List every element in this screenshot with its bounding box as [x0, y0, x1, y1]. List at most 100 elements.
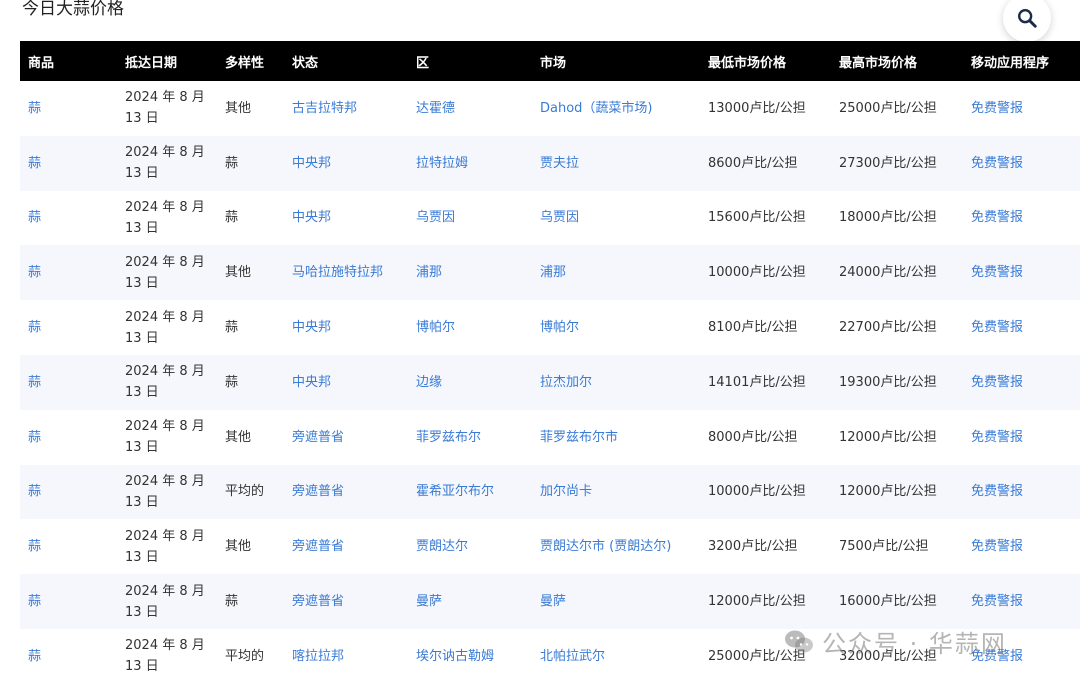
row-state-link[interactable]: 旁遮普省 — [284, 519, 408, 574]
row-district-link[interactable]: 拉特拉姆 — [408, 136, 532, 191]
row-district-link[interactable]: 浦那 — [408, 245, 532, 300]
row-market-link[interactable]: 曼萨 — [532, 574, 700, 629]
row-state-link[interactable]: 马哈拉施特拉邦 — [284, 245, 408, 300]
search-icon — [1018, 9, 1037, 28]
row-max-price: 27300卢比/公担 — [839, 155, 937, 171]
row-district-link[interactable]: 埃尔讷古勒姆 — [408, 629, 532, 684]
date-line-2: 13 日 — [125, 549, 159, 565]
date-line-1: 2024 年 8 月 — [125, 473, 205, 489]
row-max-price: 12000卢比/公担 — [839, 429, 937, 445]
row-arrival-date: 2024 年 8 月 13 日 — [117, 410, 217, 465]
row-free-alert-link[interactable]: 免费警报 — [963, 191, 1080, 246]
row-state-link[interactable]: 中央邦 — [284, 355, 408, 410]
row-market-link[interactable]: 乌贾因 — [532, 191, 700, 246]
row-market-link[interactable]: 博帕尔 — [532, 300, 700, 355]
row-district-link[interactable]: 曼萨 — [408, 574, 532, 629]
date-line-1: 2024 年 8 月 — [125, 254, 205, 270]
row-state-link[interactable]: 旁遮普省 — [284, 410, 408, 465]
row-min-price: 12000卢比/公担 — [708, 594, 806, 610]
row-state-link[interactable]: 中央邦 — [284, 300, 408, 355]
row-state-link[interactable]: 古吉拉特邦 — [284, 81, 408, 136]
row-state-link[interactable]: 中央邦 — [284, 136, 408, 191]
row-market-link[interactable]: 浦那 — [532, 245, 700, 300]
price-table-container: 商品 抵达日期 多样性 状态 区 市场 最低市场价格 最高市场价格 移动应用程序… — [20, 41, 1080, 687]
row-commodity-link[interactable]: 蒜 — [20, 191, 117, 246]
row-commodity-link[interactable]: 蒜 — [20, 519, 117, 574]
date-line-1: 2024 年 8 月 — [125, 364, 205, 380]
date-line-2: 13 日 — [125, 385, 159, 401]
table-row: 蒜 2024 年 8 月 13 日蒜中央邦 乌贾因 乌贾因 15600卢比/公担 18000… — [20, 191, 1080, 246]
row-free-alert-link[interactable]: 免费警报 — [963, 410, 1080, 465]
header-arrival-date: 抵达日期 — [125, 55, 178, 71]
date-line-2: 13 日 — [125, 275, 159, 291]
row-free-alert-link[interactable]: 免费警报 — [963, 81, 1080, 136]
table-row: 蒜 2024 年 8 月 13 日 其他 旁遮普省 贾朗达尔 贾朗达尔市 (贾朗达尔) 320… — [20, 519, 1080, 574]
row-variety: 其他 — [225, 539, 252, 555]
row-market-link[interactable]: 贾夫拉 — [532, 136, 700, 191]
header-min-price: 最低市场价格 — [708, 55, 787, 71]
row-free-alert-link[interactable]: 免费警报 — [963, 136, 1080, 191]
row-commodity-link[interactable]: 蒜 — [20, 629, 117, 684]
table-row: 蒜 2024 年 8 月 13 日蒜中央邦 拉特拉姆 贾夫拉 8600卢比/公担 27300… — [20, 135, 1080, 191]
row-arrival-date: 2024 年 8 月 13 日 — [117, 136, 217, 191]
row-variety: 蒜 — [225, 594, 239, 610]
row-variety: 平均的 — [225, 484, 265, 500]
row-district-link[interactable]: 达霍德 — [408, 81, 532, 136]
date-line-2: 13 日 — [125, 220, 159, 236]
row-commodity-link[interactable]: 蒜 — [20, 81, 117, 136]
row-max-price: 24000卢比/公担 — [839, 265, 937, 281]
row-free-alert-link[interactable]: 免费警报 — [963, 519, 1080, 574]
search-button[interactable] — [1003, 0, 1051, 42]
row-market-link[interactable]: 北帕拉武尔 — [532, 629, 700, 684]
row-free-alert-link[interactable]: 免费警报 — [963, 300, 1080, 355]
row-district-link[interactable]: 乌贾因 — [408, 191, 532, 246]
date-line-1: 2024 年 8 月 — [125, 583, 205, 599]
row-market-link[interactable]: 拉杰加尔 — [532, 355, 700, 410]
row-commodity-link[interactable]: 蒜 — [20, 136, 117, 191]
table-row: 蒜 2024 年 8 月 13 日 其他 古吉拉特邦 达霍德 Dahod（蔬菜市场) 1300… — [20, 81, 1080, 136]
row-commodity-link[interactable]: 蒜 — [20, 410, 117, 465]
header-max-price: 最高市场价格 — [839, 55, 918, 71]
row-district-link[interactable]: 边缘 — [408, 355, 532, 410]
row-market-link[interactable]: 菲罗兹布尔市 — [532, 410, 700, 465]
row-arrival-date: 2024 年 8 月 13 日 — [117, 519, 217, 574]
row-commodity-link[interactable]: 蒜 — [20, 300, 117, 355]
row-min-price: 13000卢比/公担 — [708, 100, 806, 116]
row-min-price: 8600卢比/公担 — [708, 155, 798, 171]
row-free-alert-link[interactable]: 免费警报 — [963, 245, 1080, 300]
wechat-icon — [785, 630, 813, 652]
table-header-row: 商品 抵达日期 多样性 状态 区 市场 最低市场价格 最高市场价格 移动应用程序 — [20, 41, 1080, 81]
row-variety: 其他 — [225, 100, 252, 116]
header-market: 市场 — [540, 55, 567, 71]
row-district-link[interactable]: 霍希亚尔布尔 — [408, 465, 532, 520]
table-row: 蒜 2024 年 8 月 13 日蒜中央邦 边缘 拉杰加尔 14101卢比/公担 19300… — [20, 354, 1080, 410]
row-free-alert-link[interactable]: 免费警报 — [963, 574, 1080, 629]
row-variety: 蒜 — [225, 210, 239, 226]
row-state-link[interactable]: 旁遮普省 — [284, 465, 408, 520]
row-free-alert-link[interactable]: 免费警报 — [963, 465, 1080, 520]
row-district-link[interactable]: 菲罗兹布尔 — [408, 410, 532, 465]
row-district-link[interactable]: 博帕尔 — [408, 300, 532, 355]
table-row: 蒜 2024 年 8 月 13 日 其他 旁遮普省 菲罗兹布尔 菲罗兹布尔市 8000卢比/公… — [20, 410, 1080, 465]
date-line-1: 2024 年 8 月 — [125, 90, 205, 106]
header-district: 区 — [416, 55, 430, 71]
row-market-link[interactable]: Dahod（蔬菜市场) — [532, 81, 700, 136]
row-market-link[interactable]: 贾朗达尔市 (贾朗达尔) — [532, 519, 700, 574]
row-commodity-link[interactable]: 蒜 — [20, 245, 117, 300]
row-arrival-date: 2024 年 8 月 13 日 — [117, 81, 217, 136]
row-state-link[interactable]: 中央邦 — [284, 191, 408, 246]
row-commodity-link[interactable]: 蒜 — [20, 574, 117, 629]
row-max-price: 19300卢比/公担 — [839, 374, 937, 390]
row-market-link[interactable]: 加尔尚卡 — [532, 465, 700, 520]
date-line-1: 2024 年 8 月 — [125, 199, 205, 215]
row-min-price: 14101卢比/公担 — [708, 374, 806, 390]
row-state-link[interactable]: 旁遮普省 — [284, 574, 408, 629]
row-max-price: 7500卢比/公担 — [839, 539, 929, 555]
row-min-price: 8100卢比/公担 — [708, 320, 798, 336]
row-commodity-link[interactable]: 蒜 — [20, 465, 117, 520]
row-commodity-link[interactable]: 蒜 — [20, 355, 117, 410]
row-free-alert-link[interactable]: 免费警报 — [963, 355, 1080, 410]
date-line-1: 2024 年 8 月 — [125, 528, 205, 544]
row-district-link[interactable]: 贾朗达尔 — [408, 519, 532, 574]
row-state-link[interactable]: 喀拉拉邦 — [284, 629, 408, 684]
